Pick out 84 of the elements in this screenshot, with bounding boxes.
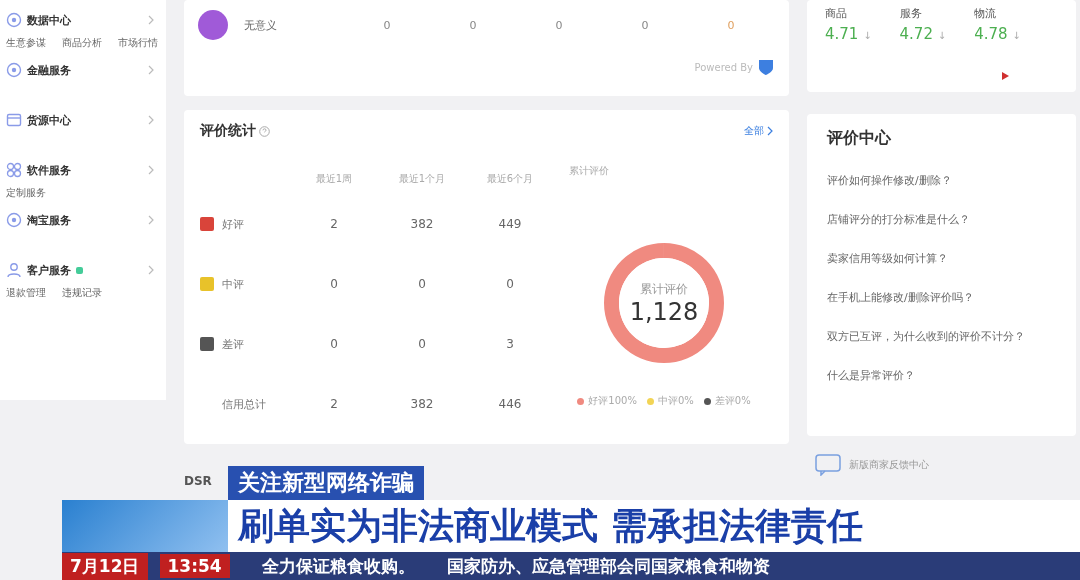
submenu-link[interactable]: 违规记录 — [62, 286, 102, 300]
help-link[interactable]: 双方已互评，为什么收到的评价不计分？ — [827, 329, 1056, 344]
table-cell-text: 0 — [640, 18, 650, 32]
table-cell-text: 0 — [329, 277, 339, 291]
menu-item[interactable]: 软件服务 — [27, 162, 71, 178]
play-icon — [1002, 72, 1009, 80]
score-label: 商品 — [825, 6, 848, 21]
avatar-icon — [198, 10, 228, 40]
table-cell-text: 449 — [497, 217, 523, 231]
legend-label: 差评0% — [714, 394, 751, 408]
column-header: 最近1周 — [314, 172, 354, 186]
card-title: 评价统计 — [200, 122, 256, 140]
table-cell-text: 382 — [409, 397, 435, 411]
help-link[interactable]: 什么是异常评价？ — [827, 368, 1056, 383]
table-cell-text: 0 — [554, 18, 564, 32]
row-label: 好评 — [222, 216, 244, 232]
chevron-icon — [148, 65, 154, 75]
score-label: 物流 — [974, 6, 998, 21]
chevron-icon — [148, 265, 154, 275]
menu-item[interactable]: 客户服务 — [27, 262, 71, 278]
legend-label: 好评100% — [588, 394, 637, 408]
table-cell-text: 0 — [417, 277, 427, 291]
help-link[interactable]: 店铺评分的打分标准是什么？ — [827, 212, 1056, 227]
chevron-icon — [148, 115, 154, 125]
table-cell-text: 0 — [417, 337, 427, 351]
submenu-link[interactable]: 定制服务 — [6, 186, 46, 200]
table-cell-text: 0 — [382, 18, 392, 32]
table-cell-text: 2 — [329, 397, 339, 411]
score-value: 4.71 ↓ — [825, 25, 872, 43]
circle-icon — [6, 212, 22, 228]
view-all-link[interactable]: 全部 — [744, 124, 764, 138]
help-link[interactable]: 在手机上能修改/删除评价吗？ — [827, 290, 1056, 305]
chevron-icon — [767, 126, 773, 136]
table-cell-text: 446 — [497, 397, 523, 411]
menu-item[interactable]: 数据中心 — [27, 12, 71, 28]
table-cell-text: 2 — [329, 217, 339, 231]
help-link[interactable]: 评价如何操作修改/删除？ — [827, 173, 1056, 188]
news-caption-tag: 关注新型网络诈骗 — [228, 466, 424, 500]
legend-label: 中评0% — [657, 394, 694, 408]
time-label: 13:54 — [159, 554, 230, 578]
circle-icon — [6, 12, 22, 28]
table-cell-text: 0 — [468, 18, 478, 32]
row-label: 中评 — [222, 276, 244, 292]
menu-item[interactable]: 金融服务 — [27, 62, 71, 78]
submenu-link[interactable]: 生意参谋 — [6, 36, 46, 50]
score-value: 4.78 ↓ — [974, 25, 1021, 43]
score-value: 4.72 ↓ — [899, 25, 947, 43]
column-header: 最近6个月 — [485, 172, 535, 186]
grid-icon — [6, 162, 22, 178]
menu-item[interactable]: 淘宝服务 — [27, 212, 71, 228]
card-title: 评价中心 — [827, 128, 892, 149]
chevron-icon — [148, 165, 154, 175]
chart-title: 累计评价 — [569, 164, 609, 178]
table-cell-text: 382 — [409, 217, 435, 231]
dsr-label: DSR — [184, 474, 212, 488]
donut-center-label: 累计评价 — [640, 280, 688, 298]
submenu-link[interactable]: 退款管理 — [6, 286, 46, 300]
ticker-text: 全力保证粮食收购。 — [261, 554, 415, 578]
row-label: 差评 — [222, 336, 244, 352]
circle-icon — [6, 62, 22, 78]
chevron-icon — [148, 15, 154, 25]
news-headline: 刷单实为非法商业模式 需承担法律责任 — [228, 500, 1080, 552]
ticker-text: 国家防办、应急管理部会同国家粮食和物资 — [446, 554, 770, 578]
donut-center-value: 1,128 — [629, 297, 699, 326]
chat-icon — [815, 454, 841, 476]
date-label: 7月12日 — [62, 552, 148, 580]
table-cell-text: 0 — [726, 18, 736, 32]
column-header: 最近1个月 — [397, 172, 447, 186]
row-label: 无意义 — [244, 17, 278, 33]
window-icon — [6, 112, 22, 128]
shield-logo-icon — [757, 58, 775, 76]
powered-by-text: Powered By — [694, 61, 753, 73]
score-label: 服务 — [899, 6, 923, 21]
table-cell-text: 0 — [505, 277, 515, 291]
table-cell-text: 3 — [505, 337, 515, 351]
row-label: 信用总计 — [222, 396, 266, 412]
help-icon — [259, 125, 270, 137]
table-cell-text: 0 — [329, 337, 339, 351]
chevron-icon — [148, 215, 154, 225]
menu-item[interactable]: 货源中心 — [27, 112, 71, 128]
person-icon — [6, 262, 22, 278]
submenu-link[interactable]: 商品分析 — [62, 36, 102, 50]
submenu-link[interactable]: 市场行情 — [118, 36, 158, 50]
help-link[interactable]: 卖家信用等级如何计算？ — [827, 251, 1056, 266]
